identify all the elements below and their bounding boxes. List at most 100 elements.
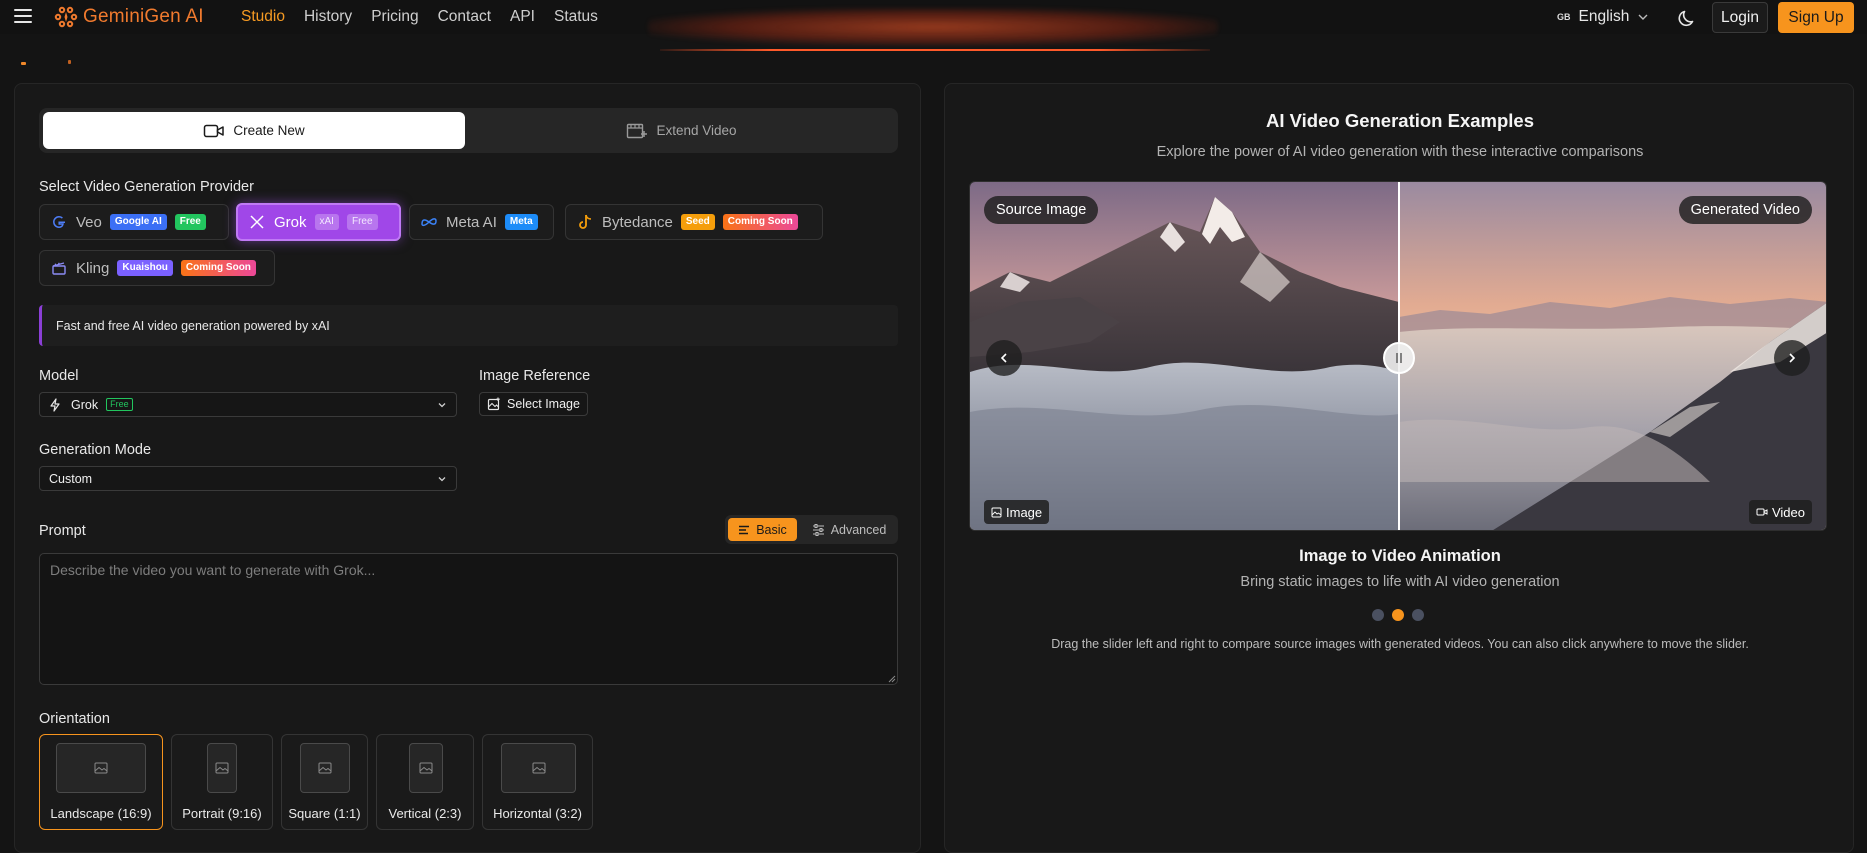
prompt-input[interactable] <box>39 553 898 685</box>
image-plus-icon <box>487 397 500 411</box>
prev-slide-button[interactable] <box>986 340 1022 376</box>
slide-dot-1[interactable] <box>1372 609 1384 621</box>
provider-badge: Coming Soon <box>722 214 798 230</box>
video-chip: Video <box>1748 500 1812 524</box>
slider-handle[interactable] <box>1383 342 1415 374</box>
provider-bytedance[interactable]: Bytedance Seed Coming Soon <box>565 204 823 240</box>
provider-meta-ai[interactable]: Meta AI Meta <box>409 204 554 240</box>
provider-kling[interactable]: Kling Kuaishou Coming Soon <box>39 250 275 286</box>
provider-name: Veo <box>76 213 102 231</box>
resize-handle-icon[interactable] <box>887 674 896 683</box>
provider-badge: xAI <box>314 214 339 230</box>
logo[interactable]: GeminiGen AI <box>54 5 204 29</box>
nav-pricing[interactable]: Pricing <box>371 8 418 26</box>
chevron-down-icon <box>1638 14 1648 20</box>
provider-badge: Free <box>346 214 378 230</box>
image-icon <box>409 743 443 793</box>
chevron-down-icon <box>438 477 446 482</box>
generation-form-panel: Create New Extend Video Select Video Gen… <box>14 83 921 853</box>
comparison-slider[interactable]: Source Image Generated Video Image Video <box>969 181 1827 531</box>
language-label: English <box>1578 8 1630 25</box>
image-icon <box>56 743 146 793</box>
select-image-button[interactable]: Select Image <box>479 392 588 416</box>
sliders-icon <box>812 523 824 536</box>
orientation-horizontal[interactable]: Horizontal (3:2) <box>482 734 593 830</box>
generation-mode-select[interactable]: Custom <box>39 466 457 491</box>
prompt-mode-advanced-label: Advanced <box>830 522 887 537</box>
provider-badge: Coming Soon <box>180 260 256 276</box>
main-nav: Studio History Pricing Contact API Statu… <box>241 0 598 34</box>
tiktok-note-icon <box>576 213 594 231</box>
provider-badge: Meta <box>504 214 538 230</box>
video-camera-icon <box>1756 508 1768 516</box>
image-icon <box>991 507 1002 517</box>
generation-mode-value: Custom <box>49 471 93 486</box>
orientation-option-label: Landscape (16:9) <box>50 806 152 821</box>
provider-badge: Seed <box>680 214 715 230</box>
orientation-square[interactable]: Square (1:1) <box>281 734 368 830</box>
orientation-option-label: Vertical (2:3) <box>388 806 462 821</box>
slide-dot-3[interactable] <box>1412 609 1424 621</box>
provider-grok[interactable]: Grok xAI Free <box>236 203 401 241</box>
top-nav-bar: GeminiGen AI Studio History Pricing Cont… <box>0 0 1867 51</box>
nav-studio[interactable]: Studio <box>241 8 285 26</box>
slide-dot-2[interactable] <box>1392 609 1404 621</box>
nav-status[interactable]: Status <box>554 8 598 26</box>
menu-icon[interactable] <box>14 9 32 23</box>
nav-contact[interactable]: Contact <box>438 8 491 26</box>
image-icon <box>501 743 576 793</box>
decorative-dash <box>68 60 71 64</box>
language-selector[interactable]: GB English <box>1557 8 1649 26</box>
orientation-option-label: Horizontal (3:2) <box>493 806 582 821</box>
provider-section-label: Select Video Generation Provider <box>39 179 254 195</box>
provider-name: Kling <box>76 259 110 277</box>
prompt-label: Prompt <box>39 523 86 539</box>
promo-banner[interactable] <box>648 8 1218 46</box>
moon-icon[interactable] <box>1678 8 1698 28</box>
provider-badge: Google AI <box>109 214 167 230</box>
prompt-mode-basic[interactable]: Basic <box>728 518 797 541</box>
nav-api[interactable]: API <box>510 8 535 26</box>
prompt-mode-toggle: Basic Advanced <box>725 515 898 544</box>
orientation-landscape[interactable]: Landscape (16:9) <box>39 734 163 830</box>
orientation-label: Orientation <box>39 711 110 727</box>
login-button[interactable]: Login <box>1712 2 1768 33</box>
orientation-vertical[interactable]: Vertical (2:3) <box>376 734 474 830</box>
examples-title: AI Video Generation Examples <box>1266 110 1534 131</box>
video-camera-icon <box>204 124 225 137</box>
slider-hint: Drag the slider left and right to compar… <box>1051 637 1749 651</box>
generation-mode-label: Generation Mode <box>39 442 152 458</box>
tab-extend-video[interactable]: Extend Video <box>469 112 894 149</box>
google-g-icon <box>50 213 68 231</box>
model-value: Grok <box>71 397 99 412</box>
film-plus-icon <box>627 123 648 138</box>
next-slide-button[interactable] <box>1774 340 1810 376</box>
prompt-mode-advanced[interactable]: Advanced <box>803 518 895 541</box>
provider-veo[interactable]: Veo Google AI Free <box>39 204 229 240</box>
align-left-icon <box>739 525 750 534</box>
provider-name: Bytedance <box>602 213 673 231</box>
slide-caption-subtitle: Bring static images to life with AI vide… <box>1240 574 1560 590</box>
signup-button[interactable]: Sign Up <box>1778 2 1854 33</box>
free-tag: Free <box>106 398 133 411</box>
orientation-portrait[interactable]: Portrait (9:16) <box>171 734 273 830</box>
prompt-mode-basic-label: Basic <box>756 522 787 537</box>
provider-info: Fast and free AI video generation powere… <box>39 305 898 346</box>
examples-panel: AI Video Generation Examples Explore the… <box>944 83 1854 853</box>
model-select[interactable]: Grok Free <box>39 392 457 417</box>
decorative-dash <box>21 62 26 65</box>
source-image-tag: Source Image <box>984 196 1099 224</box>
nav-history[interactable]: History <box>304 8 352 26</box>
logo-mark-icon <box>54 6 78 28</box>
orientation-option-label: Square (1:1) <box>288 806 361 821</box>
examples-subtitle: Explore the power of AI video generation… <box>1156 144 1644 160</box>
image-icon <box>207 743 237 793</box>
image-icon <box>300 743 350 793</box>
meta-infinity-icon <box>420 213 438 231</box>
select-image-label: Select Image <box>507 397 580 411</box>
chevron-right-icon <box>1789 353 1796 363</box>
provider-name: Grok <box>274 213 307 231</box>
logo-text: GeminiGen AI <box>83 6 204 27</box>
image-chip-label: Image <box>1006 504 1043 520</box>
tab-create-new[interactable]: Create New <box>43 112 465 149</box>
